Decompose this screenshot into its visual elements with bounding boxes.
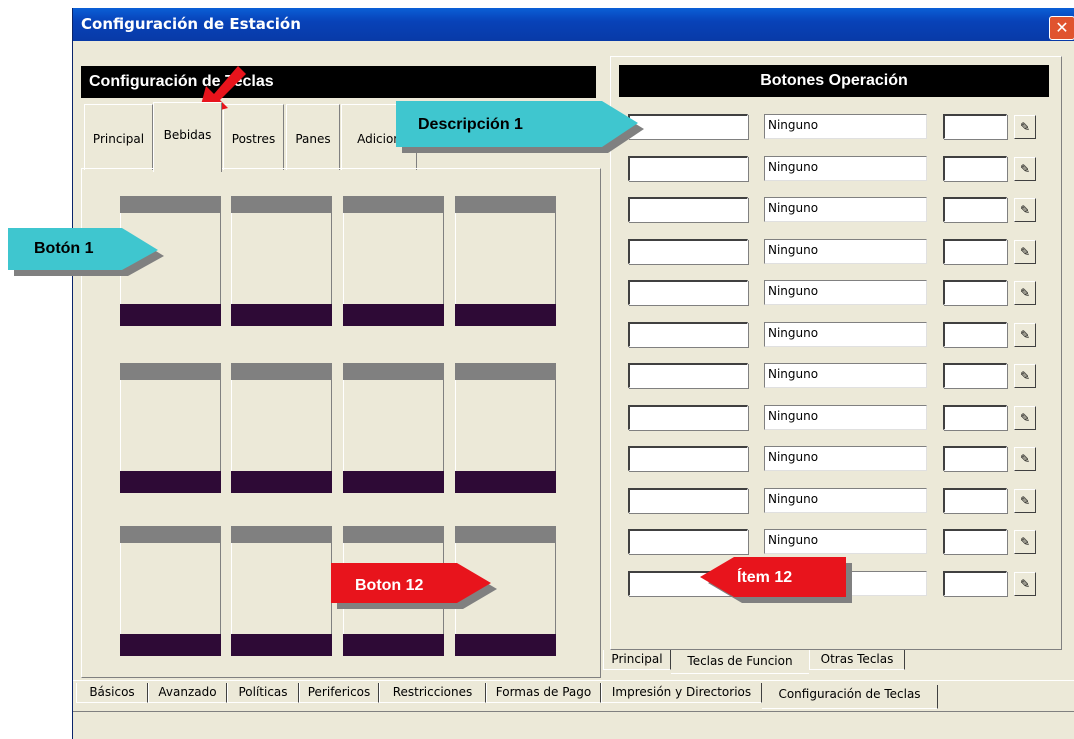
key-button[interactable]: [455, 363, 556, 495]
tab-label: Impresión y Directorios: [611, 685, 752, 699]
description-input[interactable]: [628, 238, 748, 264]
item-input[interactable]: [943, 570, 1007, 596]
description-input[interactable]: [628, 529, 748, 554]
description-input[interactable]: [628, 114, 748, 139]
item-input[interactable]: [943, 280, 1007, 305]
key-button[interactable]: [231, 363, 332, 495]
function-select[interactable]: Ninguno: [764, 197, 927, 222]
tab-label: Restricciones: [392, 685, 473, 699]
callout-boton12-text: Boton 12: [355, 577, 424, 594]
item-input[interactable]: [943, 114, 1007, 139]
window-title: Configuración de Estación: [81, 15, 301, 33]
key-button[interactable]: [343, 363, 444, 495]
item-input[interactable]: [943, 321, 1007, 347]
title-bar: Configuración de Estación ✕: [73, 8, 1074, 41]
tab-configuracion-teclas[interactable]: Configuración de Teclas: [762, 685, 938, 709]
item-input[interactable]: [943, 529, 1007, 554]
key-button[interactable]: [455, 196, 556, 328]
tab-basicos[interactable]: Básicos: [76, 683, 148, 703]
callout-item12-text: Ítem 12: [737, 569, 793, 586]
edit-icon[interactable]: ✎: [1014, 530, 1036, 554]
function-select[interactable]: Ninguno: [764, 114, 927, 139]
edit-icon[interactable]: ✎: [1014, 447, 1036, 471]
description-input[interactable]: [628, 280, 748, 305]
item-input[interactable]: [943, 197, 1007, 222]
function-select[interactable]: Ninguno: [764, 363, 927, 388]
item-input[interactable]: [943, 446, 1007, 471]
main-tab-strip: Básicos Avanzado Políticas Perifericos R…: [73, 680, 1074, 709]
description-input[interactable]: [628, 487, 748, 513]
function-select[interactable]: Ninguno: [764, 238, 927, 264]
tab-label: Panes: [295, 132, 331, 146]
tab-avanzado[interactable]: Avanzado: [148, 683, 227, 703]
edit-icon[interactable]: ✎: [1014, 156, 1036, 181]
item-input[interactable]: [943, 404, 1007, 430]
key-button[interactable]: [120, 526, 221, 658]
description-input[interactable]: [628, 363, 748, 388]
item-input[interactable]: [943, 155, 1007, 181]
item-input[interactable]: [943, 487, 1007, 513]
tab-politicas[interactable]: Políticas: [227, 683, 299, 703]
function-select[interactable]: Ninguno: [764, 446, 927, 471]
status-bar: [73, 711, 1074, 736]
tab-label: Configuración de Teclas: [778, 687, 921, 701]
tab-label: Bebidas: [163, 128, 212, 142]
edit-icon[interactable]: ✎: [1014, 322, 1036, 347]
right-panel-header: Botones Operación: [619, 65, 1049, 97]
description-input[interactable]: [628, 321, 748, 347]
key-button[interactable]: [231, 196, 332, 328]
tab-otras-teclas[interactable]: Otras Teclas: [809, 650, 905, 670]
description-input[interactable]: [628, 404, 748, 430]
tab-principal[interactable]: Principal: [84, 104, 153, 170]
tab-principal-right[interactable]: Principal: [603, 650, 671, 670]
description-input[interactable]: [628, 155, 748, 181]
edit-icon[interactable]: ✎: [1014, 198, 1036, 222]
key-button[interactable]: [120, 363, 221, 495]
right-panel-title: Botones Operación: [760, 72, 908, 89]
tab-label: Principal: [92, 132, 145, 146]
key-button[interactable]: [343, 196, 444, 328]
function-select[interactable]: Ninguno: [764, 155, 927, 181]
function-select[interactable]: Ninguno: [764, 321, 927, 347]
edit-icon[interactable]: ✎: [1014, 488, 1036, 513]
tab-label: Adicion: [357, 132, 401, 146]
tab-label: Políticas: [238, 685, 288, 699]
tab-impresion-directorios[interactable]: Impresión y Directorios: [601, 683, 762, 703]
tab-label: Avanzado: [158, 685, 217, 699]
left-panel-header: Configuración de Teclas: [81, 66, 596, 98]
tab-panes[interactable]: Panes: [286, 104, 340, 170]
tab-label: Otras Teclas: [820, 652, 894, 666]
edit-icon[interactable]: ✎: [1014, 239, 1036, 264]
tab-label: Formas de Pago: [495, 685, 592, 699]
callout-boton1-text: Botón 1: [34, 240, 94, 257]
close-icon[interactable]: ✕: [1049, 16, 1074, 40]
edit-icon[interactable]: ✎: [1014, 364, 1036, 388]
tab-perifericos[interactable]: Perifericos: [299, 683, 379, 703]
edit-icon[interactable]: ✎: [1014, 281, 1036, 305]
tab-label: Postres: [231, 132, 276, 146]
edit-icon[interactable]: ✎: [1014, 115, 1036, 139]
function-select[interactable]: Ninguno: [764, 529, 927, 554]
edit-icon[interactable]: ✎: [1014, 571, 1036, 596]
function-select[interactable]: Ninguno: [764, 487, 927, 513]
right-tabs: Principal Teclas de Funcion Otras Teclas: [603, 650, 1063, 674]
tab-label: Principal: [611, 652, 663, 666]
function-select[interactable]: Ninguno: [764, 404, 927, 430]
tab-label: Teclas de Funcion: [687, 654, 793, 668]
tab-formas-pago[interactable]: Formas de Pago: [486, 683, 601, 703]
edit-icon[interactable]: ✎: [1014, 405, 1036, 430]
callout-descripcion-text: Descripción 1: [418, 116, 523, 133]
tab-label: Básicos: [89, 685, 135, 699]
tab-bebidas[interactable]: Bebidas: [153, 102, 222, 172]
function-select[interactable]: Ninguno: [764, 280, 927, 305]
item-input[interactable]: [943, 363, 1007, 388]
item-input[interactable]: [943, 238, 1007, 264]
key-button[interactable]: [231, 526, 332, 658]
description-input[interactable]: [628, 446, 748, 471]
tab-restricciones[interactable]: Restricciones: [379, 683, 486, 703]
description-input[interactable]: [628, 197, 748, 222]
tab-teclas-funcion[interactable]: Teclas de Funcion: [671, 652, 809, 674]
tab-label: Perifericos: [307, 685, 371, 699]
